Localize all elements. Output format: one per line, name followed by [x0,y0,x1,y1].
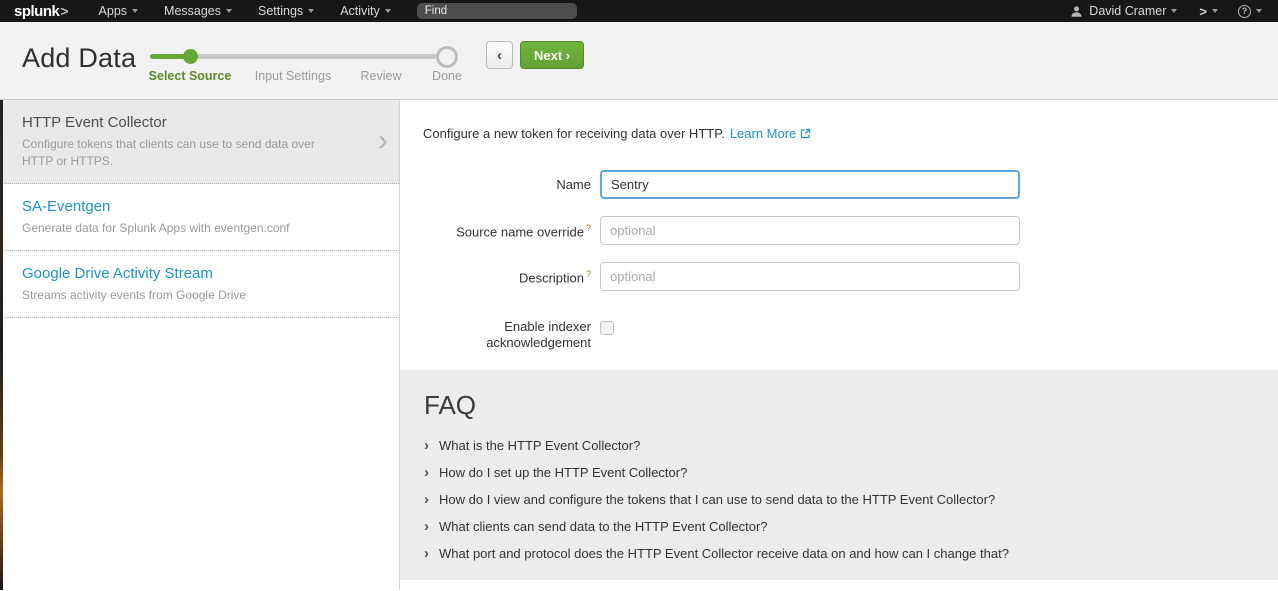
source-item-description: Generate data for Splunk Apps with event… [22,220,351,237]
intro-text: Configure a new token for receiving data… [423,126,725,141]
content-area: HTTP Event Collector Configure tokens th… [0,100,1278,590]
indexer-ack-label: Enable indexer acknowledgement [400,315,591,351]
help-menu[interactable]: ? [1238,5,1262,18]
chevron-right-icon: › [378,125,388,155]
description-input[interactable] [600,262,1020,291]
learn-more-link[interactable]: Learn More [730,126,796,141]
nav-menu-messages-label: Messages [164,4,221,18]
indexer-ack-label-line1: Enable indexer [400,319,591,335]
source-item-sa-eventgen[interactable]: SA-Eventgen Generate data for Splunk App… [0,184,399,251]
console-prompt-icon: > [1199,4,1207,19]
chevron-down-icon [308,9,314,13]
main-panel: Configure a new token for receiving data… [400,100,1278,590]
page-header: Add Data Select Source Input Settings Re… [0,22,1278,100]
faq-question: How do I set up the HTTP Event Collector… [439,465,687,480]
source-item-description: Configure tokens that clients can use to… [22,136,351,170]
wizard-done-step-circle [436,46,458,68]
background-edge-strip [0,100,3,590]
chevron-down-icon [132,9,138,13]
chevron-down-icon [226,9,232,13]
faq-question: What is the HTTP Event Collector? [439,438,640,453]
faq-item[interactable]: › How do I set up the HTTP Event Collect… [424,465,1254,480]
user-menu[interactable]: David Cramer [1070,4,1177,18]
nav-menu-apps[interactable]: Apps [99,4,139,18]
faq-question: What port and protocol does the HTTP Eve… [439,546,1009,561]
next-button[interactable]: Next › [520,41,584,69]
chevron-right-icon: › [424,466,429,480]
chevron-right-icon: › [424,520,429,534]
nav-menu-settings[interactable]: Settings [258,4,314,18]
nav-menu-activity-label: Activity [340,4,380,18]
wizard-step-input-settings: Input Settings [255,69,331,83]
chevron-down-icon [1171,9,1177,13]
wizard-progress: Select Source Input Settings Review Done [0,22,470,100]
nav-menu-apps-label: Apps [99,4,128,18]
faq-section: FAQ › What is the HTTP Event Collector? … [400,370,1278,580]
chevron-down-icon [1212,9,1218,13]
source-item-title: SA-Eventgen [22,198,351,215]
source-item-google-drive-activity-stream[interactable]: Google Drive Activity Stream Streams act… [0,251,399,318]
faq-item[interactable]: › How do I view and configure the tokens… [424,492,1254,507]
wizard-current-step-dot [183,49,198,64]
faq-item[interactable]: › What clients can send data to the HTTP… [424,519,1254,534]
faq-item[interactable]: › What is the HTTP Event Collector? [424,438,1254,453]
source-name-override-input[interactable] [600,216,1020,245]
external-link-icon [800,128,811,139]
faq-question: How do I view and configure the tokens t… [439,492,995,507]
wizard-step-review: Review [361,69,402,83]
indexer-ack-row: Enable indexer acknowledgement [400,315,1278,351]
source-item-http-event-collector[interactable]: HTTP Event Collector Configure tokens th… [0,100,399,184]
chevron-right-icon: › [424,439,429,453]
source-item-description: Streams activity events from Google Driv… [22,287,351,304]
chevron-right-icon: › [424,547,429,561]
nav-menu-messages[interactable]: Messages [164,4,232,18]
chevron-down-icon [385,9,391,13]
name-label: Name [400,170,591,192]
nav-menu-settings-label: Settings [258,4,303,18]
name-row: Name [400,170,1278,199]
source-item-title: Google Drive Activity Stream [22,265,351,282]
nav-menu-activity[interactable]: Activity [340,4,391,18]
source-name-override-label: Source name override? [400,216,591,239]
token-form: Name Source name override? Description? … [400,170,1278,351]
faq-question: What clients can send data to the HTTP E… [439,519,768,534]
description-label: Description? [400,262,591,285]
wizard-step-select-source: Select Source [149,69,232,83]
top-nav: splunk > Apps Messages Settings Activity… [0,0,1278,22]
help-question-icon[interactable]: ? [586,223,591,233]
chevron-right-icon: › [424,493,429,507]
splunk-logo-chevron-icon: > [60,3,68,19]
wizard-step-done: Done [432,69,462,83]
name-input[interactable] [600,170,1020,199]
nav-right-cluster: David Cramer > ? [1070,4,1262,19]
find-search-input[interactable] [417,3,577,19]
back-button[interactable]: ‹ [486,41,513,69]
indexer-ack-checkbox[interactable] [600,321,614,335]
source-name-override-row: Source name override? [400,216,1278,245]
source-sidebar: HTTP Event Collector Configure tokens th… [0,100,400,590]
description-row: Description? [400,262,1278,291]
user-icon [1070,5,1083,18]
help-question-icon[interactable]: ? [586,269,591,279]
indexer-ack-label-line2: acknowledgement [400,335,591,351]
source-name-override-label-text: Source name override [456,224,584,239]
description-label-text: Description [519,270,584,285]
help-icon: ? [1238,5,1251,18]
user-name-label: David Cramer [1089,4,1166,18]
splunk-logo-text: splunk [14,3,59,20]
source-item-title: HTTP Event Collector [22,114,351,131]
splunk-logo[interactable]: splunk > [14,3,69,20]
chevron-down-icon [1256,9,1262,13]
faq-title: FAQ [424,390,1254,421]
console-menu[interactable]: > [1199,4,1218,19]
faq-item[interactable]: › What port and protocol does the HTTP E… [424,546,1254,561]
intro-line: Configure a new token for receiving data… [423,126,1278,141]
